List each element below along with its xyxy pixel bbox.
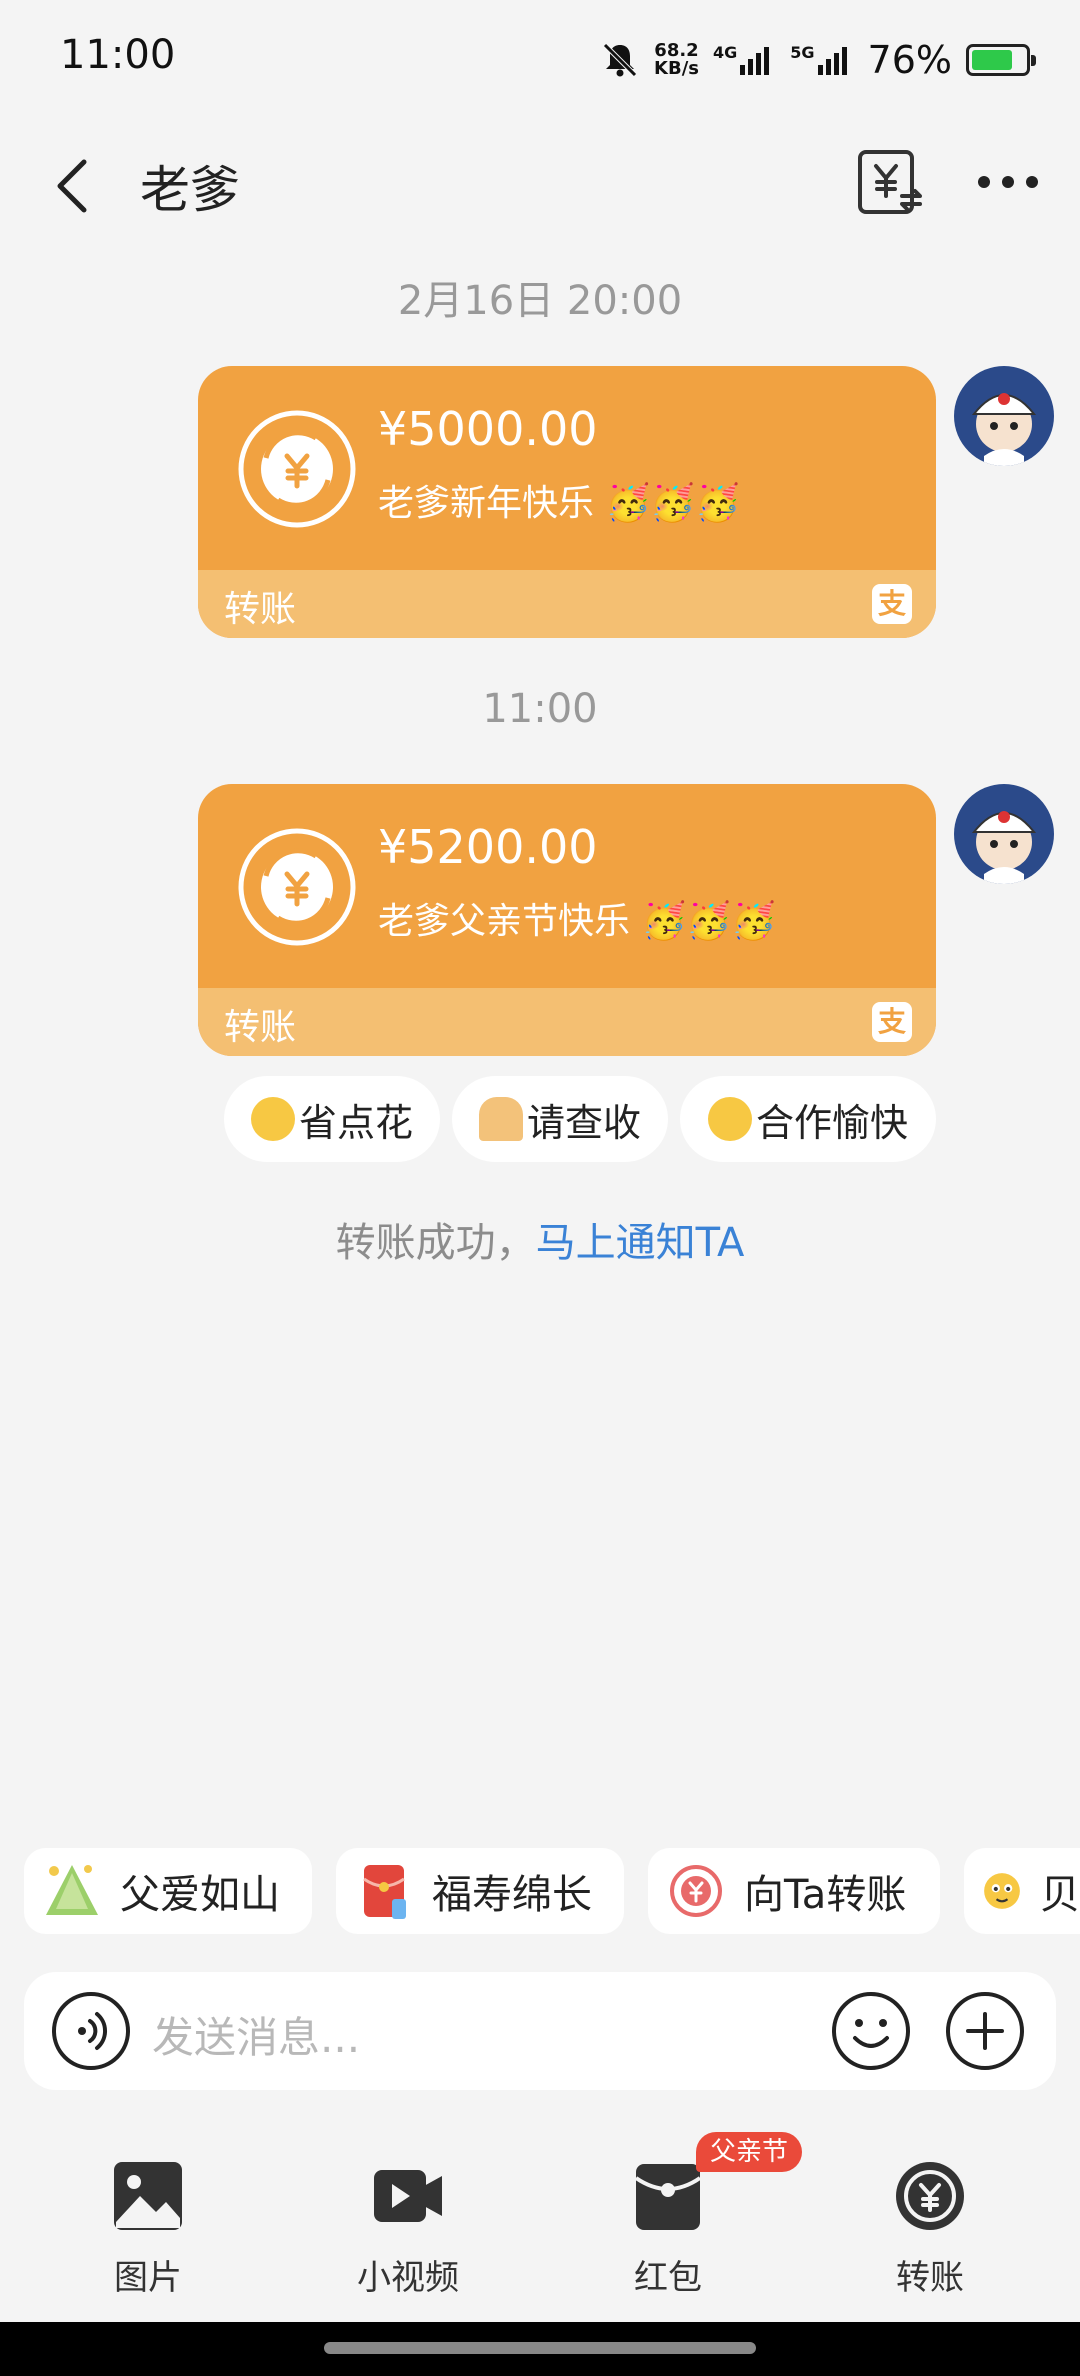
notice-text: 转账成功， (335, 1220, 536, 1266)
tool-label: 转账 (896, 2258, 964, 2298)
quick-reply-label: 请查收 (526, 1100, 641, 1145)
quick-reply-label: 合作愉快 (755, 1100, 908, 1145)
emoji-picker-icon[interactable] (830, 1990, 912, 2072)
suggestion-label: 向Ta转账 (744, 1872, 907, 1918)
suggestion-label: 贝 (1040, 1872, 1080, 1918)
image-icon (114, 2162, 182, 2230)
transfer-record-icon[interactable] (852, 144, 928, 220)
alipay-logo-icon: 支 (872, 1002, 912, 1042)
status-time: 11:00 (60, 32, 176, 78)
battery-fill (972, 50, 1012, 70)
video-icon (374, 2170, 442, 2222)
suggestion-chip[interactable]: 父爱如山 (24, 1848, 312, 1934)
red-envelope-icon (363, 1865, 406, 1919)
suggestion-chip[interactable]: 向Ta转账 (648, 1848, 940, 1934)
notify-link[interactable]: 马上通知TA (536, 1220, 745, 1266)
transfer-amount: ¥5000.00 (378, 402, 598, 456)
chat-header: 老爹 (0, 130, 1080, 240)
suggestion-label: 福寿绵长 (432, 1872, 592, 1918)
suggestion-label: 父爱如山 (120, 1872, 280, 1918)
transfer-icon (896, 2162, 964, 2230)
avatar-image (954, 784, 1054, 884)
message-timestamp: 2月16日 20:00 (397, 278, 683, 324)
transfer-card[interactable]: ¥5000.00 老爹新年快乐 🥳🥳🥳 转账 支 (198, 366, 936, 638)
transfer-card[interactable]: ¥5200.00 老爹父亲节快乐 🥳🥳🥳 转账 支 (198, 784, 936, 1056)
battery-icon (966, 44, 1036, 76)
status-bar: 11:00 68.2 KB/s 4G 5G 76% (0, 0, 1080, 120)
transfer-card-footer: 转账 支 (198, 988, 936, 1056)
transfer-label: 转账 (224, 589, 297, 630)
voice-input-icon[interactable] (50, 1990, 132, 2072)
transfer-note: 老爹新年快乐 🥳🥳🥳 (378, 483, 740, 524)
tool-image[interactable]: 图片 (58, 2150, 238, 2299)
suggestion-chip[interactable]: 贝 (964, 1848, 1080, 1934)
transfer-amount: ¥5200.00 (378, 820, 598, 874)
transfer-coin-icon (238, 828, 356, 946)
quick-reply-button[interactable]: 省点花 (224, 1076, 440, 1162)
network-type-5g: 5G (790, 43, 815, 62)
quick-reply-label: 省点花 (298, 1100, 413, 1145)
smirk-emoji-icon (250, 1097, 295, 1141)
battery-percent: 76% (867, 38, 952, 82)
red-packet-icon (634, 2164, 702, 2230)
back-arrow-icon[interactable] (40, 150, 110, 220)
zongzi-icon (46, 1865, 98, 1915)
chat-title: 老爹 (140, 161, 240, 219)
tool-label: 图片 (114, 2258, 182, 2298)
message-input[interactable]: 发送消息... (152, 2004, 360, 2065)
signal-4g: 4G (713, 45, 776, 75)
transfer-success-notice: 转账成功，马上通知TA (0, 1210, 1080, 1268)
message-timestamp: 11:00 (482, 686, 598, 732)
transfer-card-footer: 转账 支 (198, 570, 936, 638)
status-icons: 68.2 KB/s 4G 5G 76% (600, 30, 1036, 90)
quick-reply-button[interactable]: 请查收 (452, 1076, 668, 1162)
tool-video[interactable]: 小视频 (318, 2150, 498, 2299)
network-speed-unit: KB/s (654, 58, 699, 79)
transfer-label: 转账 (224, 1007, 297, 1048)
emoji-icon (984, 1873, 1020, 1909)
tool-transfer[interactable]: 转账 (840, 2150, 1020, 2299)
mute-bell-icon (603, 43, 637, 77)
transfer-coin-icon (238, 410, 356, 528)
signal-bars-icon (817, 47, 847, 75)
transfer-circle-icon (670, 1865, 722, 1917)
alipay-logo-icon: 支 (872, 584, 912, 624)
signal-bars-icon (740, 47, 770, 75)
transfer-card-body: ¥5000.00 老爹新年快乐 🥳🥳🥳 (198, 366, 936, 570)
avatar[interactable] (954, 784, 1054, 884)
tool-label: 红包 (634, 2258, 702, 2298)
quick-reply-button[interactable]: 合作愉快 (680, 1076, 936, 1162)
fathers-day-badge: 父亲节 (696, 2132, 803, 2172)
message-input-bar: 发送消息... (24, 1972, 1056, 2090)
tool-label: 小视频 (357, 2258, 459, 2298)
home-indicator[interactable] (324, 2342, 756, 2354)
smile-emoji-icon (707, 1097, 752, 1141)
signal-5g: 5G (790, 45, 853, 75)
plus-icon[interactable] (944, 1990, 1026, 2072)
tool-red-packet[interactable]: 红包 (578, 2150, 758, 2299)
system-nav-bar (0, 2322, 1080, 2376)
more-options-icon[interactable] (970, 144, 1046, 220)
network-type-4g: 4G (713, 43, 738, 62)
pray-hands-icon (478, 1097, 523, 1141)
network-speed: 68.2 KB/s (654, 42, 699, 78)
avatar[interactable] (954, 366, 1054, 466)
transfer-card-body: ¥5200.00 老爹父亲节快乐 🥳🥳🥳 (198, 784, 936, 988)
suggestion-chip[interactable]: 福寿绵长 (336, 1848, 624, 1934)
avatar-image (954, 366, 1054, 466)
transfer-note: 老爹父亲节快乐 🥳🥳🥳 (378, 901, 776, 942)
